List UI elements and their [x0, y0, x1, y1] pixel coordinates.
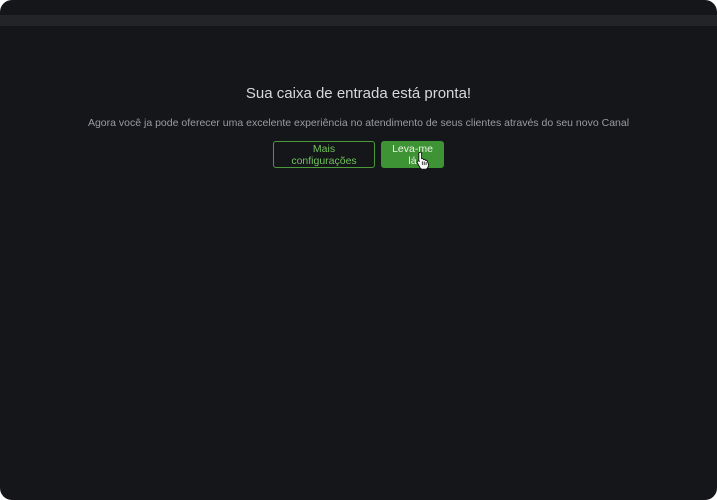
- page-title: Sua caixa de entrada está pronta!: [245, 85, 472, 102]
- action-buttons: Mais configurações Leva-me lá: [0, 141, 717, 169]
- take-me-there-button[interactable]: Leva-me lá: [381, 141, 444, 169]
- more-settings-button[interactable]: Mais configurações: [273, 141, 375, 168]
- page-subtitle: Agora você ja pode oferecer uma excelent…: [87, 117, 630, 129]
- top-bar: [0, 15, 717, 26]
- take-me-there-label: Leva-me lá: [392, 142, 433, 167]
- onboarding-panel: Sua caixa de entrada está pronta! Agora …: [0, 84, 717, 169]
- app-window: Sua caixa de entrada está pronta! Agora …: [0, 0, 717, 500]
